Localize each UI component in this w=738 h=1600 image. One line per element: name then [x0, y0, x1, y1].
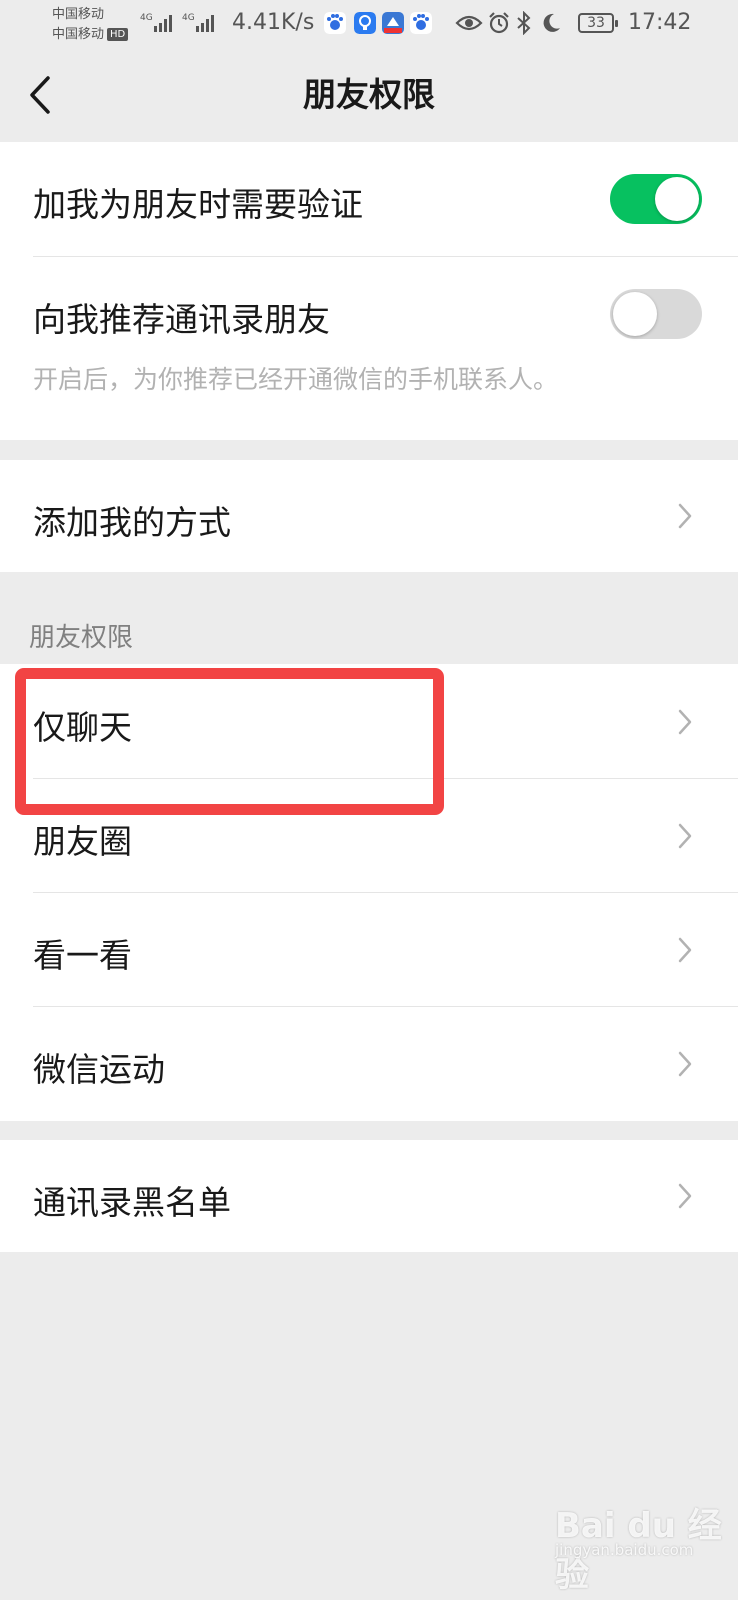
signal-type-1: 4G: [140, 13, 153, 23]
verification-group: 加我为朋友时需要验证 向我推荐通讯录朋友 开启后，为你推荐已经开通微信的手机联系…: [0, 142, 738, 440]
chevron-right-icon: [678, 1183, 692, 1209]
chevron-right-icon: [678, 709, 692, 735]
battery-icon: 33: [578, 13, 618, 33]
bluetooth-icon: [517, 11, 531, 35]
section-title-permissions: 朋友权限: [29, 623, 134, 653]
page-title: 朋友权限: [303, 75, 435, 114]
chevron-right-icon: [678, 937, 692, 963]
permission-label: 微信运动: [33, 1050, 165, 1089]
watermark-url: jingyan.baidu.com: [555, 1541, 694, 1559]
blacklist-label: 通讯录黑名单: [33, 1183, 231, 1222]
chevron-right-icon: [678, 823, 692, 849]
hd-badge: HD: [107, 28, 129, 41]
blue-app-icon: [382, 12, 404, 34]
baidu-icon: [324, 12, 346, 34]
add-verify-row[interactable]: 加我为朋友时需要验证: [0, 142, 738, 256]
carrier-info: 中国移动 中国移动 HD: [52, 5, 129, 45]
signal-icon: 4G: [140, 13, 172, 32]
carrier-2: 中国移动: [52, 27, 105, 42]
chevron-right-icon: [678, 1051, 692, 1077]
add-methods-group: 添加我的方式: [0, 460, 738, 572]
chevron-right-icon: [678, 503, 692, 529]
recommend-contacts-toggle[interactable]: [610, 289, 702, 339]
baidu-icon: [410, 12, 432, 34]
net-speed: 4.41K/s: [232, 10, 315, 35]
bulb-app-icon: [354, 12, 376, 34]
permission-label: 朋友圈: [33, 822, 132, 861]
toggle-knob: [655, 177, 699, 221]
blacklist-group: 通讯录黑名单: [0, 1140, 738, 1252]
nav-bar: 朋友权限: [0, 50, 738, 140]
highlight-box: [15, 668, 444, 815]
permission-row-wechat-sports[interactable]: 微信运动: [0, 1007, 738, 1121]
status-bar: 中国移动 中国移动 HD 4G 4G 4.41K/s 33 17:42: [0, 0, 738, 50]
permission-row-top-stories[interactable]: 看一看: [0, 893, 738, 1006]
add-verify-toggle[interactable]: [610, 174, 702, 224]
clock: 17:42: [628, 10, 692, 35]
alarm-icon: [489, 12, 509, 34]
add-methods-row[interactable]: 添加我的方式: [0, 460, 738, 572]
recommend-contacts-row[interactable]: 向我推荐通讯录朋友 开启后，为你推荐已经开通微信的手机联系人。: [0, 257, 738, 440]
permission-label: 看一看: [33, 936, 132, 975]
recommend-contacts-desc: 开启后，为你推荐已经开通微信的手机联系人。: [33, 365, 559, 394]
add-verify-label: 加我为朋友时需要验证: [33, 185, 363, 224]
blacklist-row[interactable]: 通讯录黑名单: [0, 1140, 738, 1252]
carrier-1: 中国移动: [52, 7, 105, 22]
toggle-knob: [613, 292, 657, 336]
add-methods-label: 添加我的方式: [33, 503, 231, 542]
moon-icon: [543, 13, 560, 32]
signal-icon: 4G: [182, 13, 214, 32]
recommend-contacts-label: 向我推荐通讯录朋友: [33, 300, 330, 339]
signal-type-2: 4G: [182, 13, 195, 23]
eye-icon: [455, 15, 483, 31]
